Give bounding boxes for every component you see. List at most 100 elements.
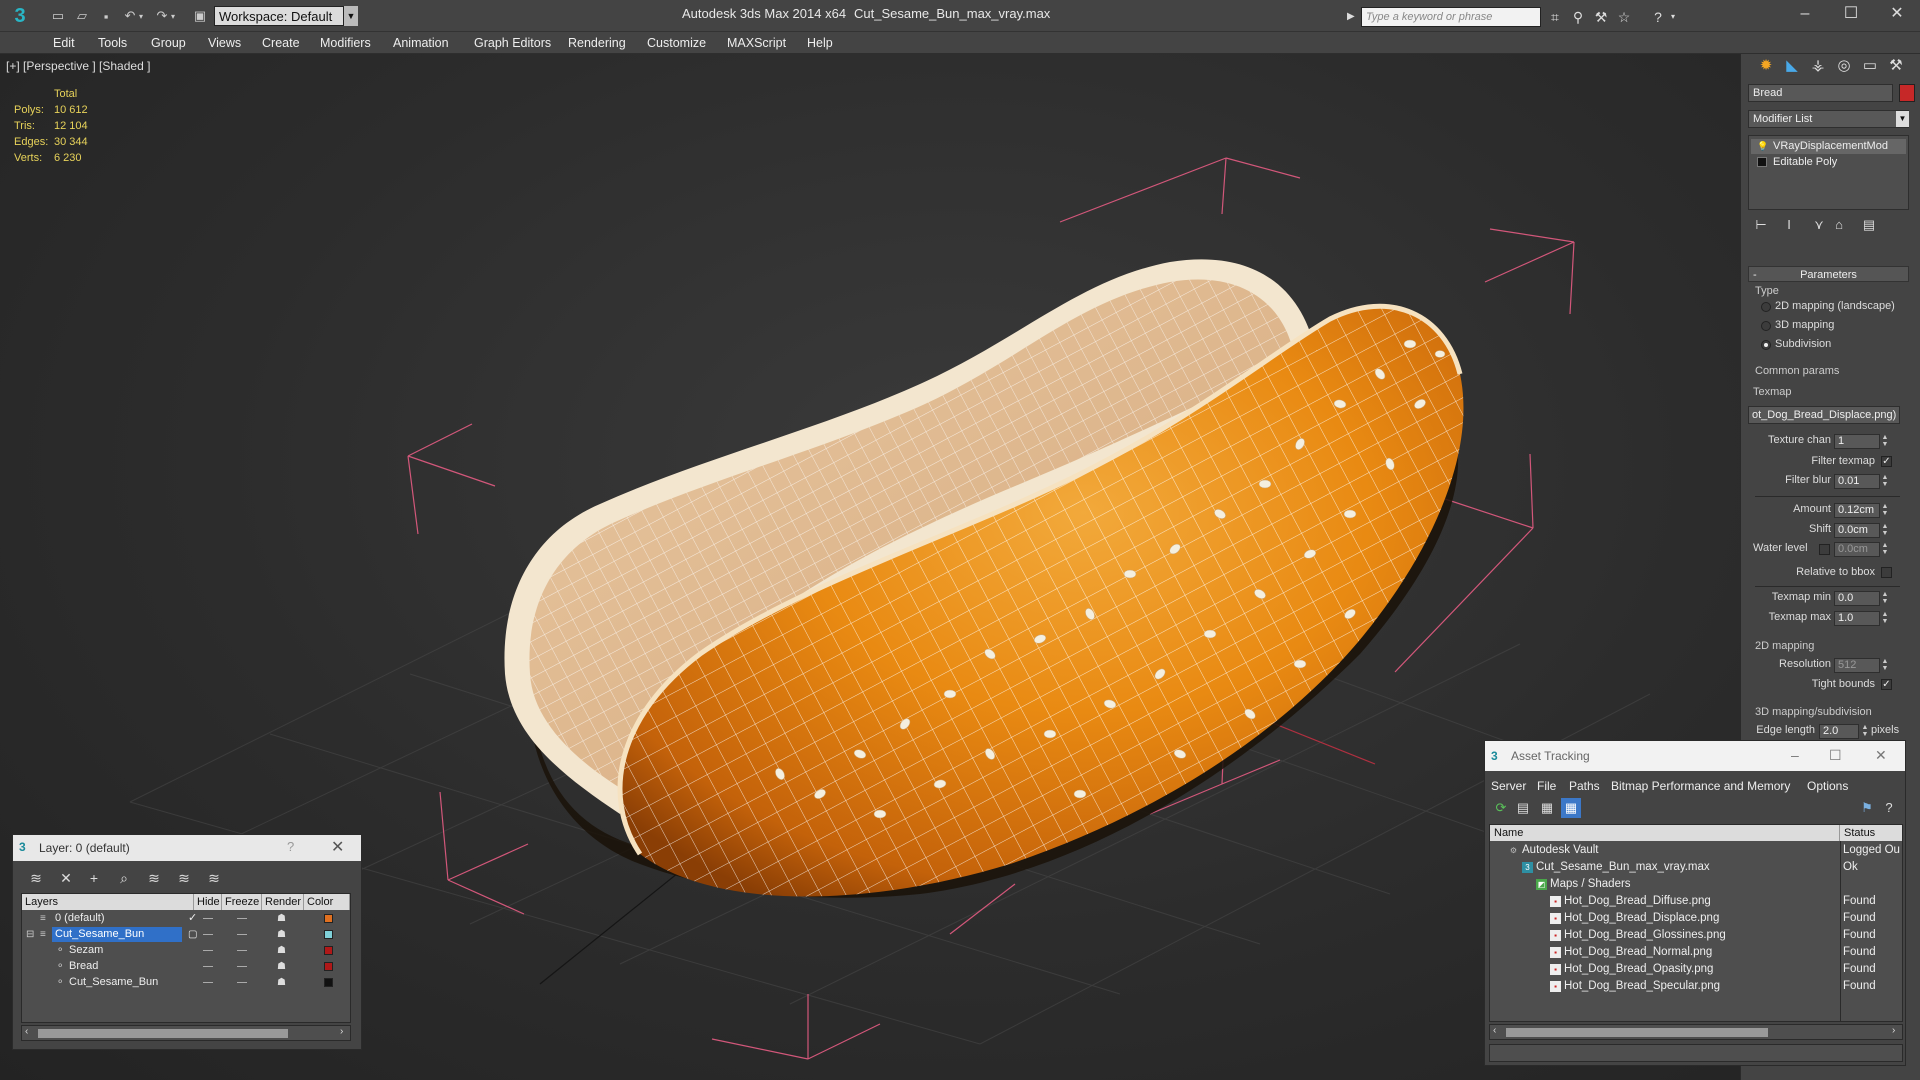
layer-dialog-titlebar[interactable]: 3 Layer: 0 (default) ? ✕ xyxy=(13,835,361,861)
horizontal-scrollbar[interactable]: ‹ › xyxy=(1489,1024,1903,1040)
column-header-hide[interactable]: Hide xyxy=(194,894,222,910)
asset-dialog-titlebar[interactable]: 3 Asset Tracking – ☐ ✕ xyxy=(1485,741,1905,771)
menu-graph-editors[interactable]: Graph Editors xyxy=(474,36,551,50)
layer-name[interactable]: Cut_Sesame_Bun xyxy=(52,927,182,942)
active-layer-box-icon[interactable]: ▢ xyxy=(188,927,197,942)
tight-bounds-checkbox[interactable]: ✓ xyxy=(1881,679,1892,690)
save-icon[interactable]: ▪ xyxy=(96,6,116,26)
help-icon[interactable]: ? xyxy=(1648,7,1668,27)
spinner-icon[interactable]: ▲ ▼ xyxy=(1881,474,1889,489)
menu-rendering[interactable]: Rendering xyxy=(568,36,626,50)
layer-row[interactable]: ⚬ Cut_Sesame_Bun ☗ xyxy=(22,975,350,991)
key-icon[interactable]: ⚲ xyxy=(1568,7,1588,27)
filter-texmap-checkbox[interactable]: ✓ xyxy=(1881,456,1892,467)
layer-name[interactable]: 0 (default) xyxy=(52,911,108,926)
menu-views[interactable]: Views xyxy=(208,36,241,50)
menu-bitmap-performance[interactable]: Bitmap Performance and Memory xyxy=(1611,779,1790,793)
asset-row[interactable]: ◩ Maps / Shaders xyxy=(1490,876,1902,893)
menu-animation[interactable]: Animation xyxy=(393,36,449,50)
asset-row[interactable]: ▪ Hot_Dog_Bread_Specular.png Found xyxy=(1490,978,1902,995)
minimize-icon[interactable]: – xyxy=(1791,747,1799,763)
texture-chan-field[interactable]: 1 xyxy=(1834,434,1880,449)
freeze-toggle[interactable] xyxy=(237,982,247,983)
modifier-list-dropdown[interactable]: Modifier List xyxy=(1748,110,1909,128)
help-icon[interactable]: ? xyxy=(1879,798,1899,818)
asset-row[interactable]: ▪ Hot_Dog_Bread_Diffuse.png Found xyxy=(1490,893,1902,910)
pin-stack-icon[interactable]: ⊢ xyxy=(1751,217,1771,235)
scroll-left-icon[interactable]: ‹ xyxy=(25,1026,28,1037)
freeze-toggle[interactable] xyxy=(237,950,247,951)
spinner-icon[interactable]: ▲ ▼ xyxy=(1881,503,1889,518)
asset-row[interactable]: ▪ Hot_Dog_Bread_Glossines.png Found xyxy=(1490,927,1902,944)
highlight-layer-icon[interactable]: ≋ xyxy=(143,867,165,889)
radio-2d-mapping[interactable] xyxy=(1761,302,1771,312)
delete-layer-icon[interactable]: ✕ xyxy=(55,867,77,889)
select-objects-icon[interactable]: ⌕ xyxy=(113,867,135,889)
spinner-icon[interactable]: ▲ ▼ xyxy=(1881,523,1889,538)
minimize-icon[interactable]: – xyxy=(1782,0,1828,30)
water-level-field[interactable]: 0.0cm xyxy=(1834,542,1880,557)
table-view-icon[interactable]: ▦ xyxy=(1561,798,1581,818)
modify-tab-icon[interactable]: ◣ xyxy=(1779,54,1805,78)
expand-box-icon[interactable] xyxy=(1757,157,1767,167)
scroll-right-icon[interactable]: › xyxy=(340,1026,343,1037)
help-dropdown-icon[interactable]: ▾ xyxy=(1668,7,1678,27)
close-icon[interactable]: ✕ xyxy=(1874,0,1920,30)
stack-item[interactable]: 💡 VRayDisplacementMod xyxy=(1751,139,1906,154)
amount-field[interactable]: 0.12cm xyxy=(1834,503,1880,518)
layer-color-swatch[interactable] xyxy=(324,914,333,923)
hide-toggle[interactable] xyxy=(203,950,213,951)
remove-modifier-icon[interactable]: ⌂ xyxy=(1829,217,1849,235)
teapot-render-icon[interactable]: ☗ xyxy=(277,959,286,974)
teapot-render-icon[interactable]: ☗ xyxy=(277,927,286,942)
column-header-freeze[interactable]: Freeze xyxy=(222,894,262,910)
make-unique-icon[interactable]: ⋎ xyxy=(1809,217,1829,235)
maximize-icon[interactable]: ☐ xyxy=(1828,0,1874,30)
create-tab-icon[interactable]: ✹ xyxy=(1753,54,1779,78)
communication-icon[interactable]: ⚒ xyxy=(1591,7,1611,27)
search-input[interactable]: Type a keyword or phrase xyxy=(1361,7,1541,27)
viewport-label[interactable]: [+] [Perspective ] [Shaded ] xyxy=(6,59,150,73)
layer-row[interactable]: ⚬ Bread ☗ xyxy=(22,959,350,975)
search-expand-icon[interactable]: ▶ xyxy=(1347,7,1361,27)
menu-edit[interactable]: Edit xyxy=(53,36,75,50)
collapse-icon[interactable]: ⊟ xyxy=(26,927,34,942)
freeze-toggle[interactable] xyxy=(237,966,247,967)
teapot-render-icon[interactable]: ☗ xyxy=(277,975,286,990)
teapot-render-icon[interactable]: ☗ xyxy=(277,943,286,958)
hide-toggle[interactable] xyxy=(203,966,213,967)
layer-name[interactable]: Cut_Sesame_Bun xyxy=(66,975,161,990)
teapot-render-icon[interactable]: ☗ xyxy=(277,911,286,926)
layer-color-swatch[interactable] xyxy=(324,978,333,987)
spinner-icon[interactable]: ▲ ▼ xyxy=(1881,658,1889,673)
scroll-left-icon[interactable]: ‹ xyxy=(1493,1025,1496,1036)
menu-group[interactable]: Group xyxy=(151,36,186,50)
chevron-down-icon[interactable]: ▼ xyxy=(1896,111,1909,127)
lightbulb-icon[interactable]: 💡 xyxy=(1757,141,1768,151)
menu-customize[interactable]: Customize xyxy=(647,36,706,50)
asset-row[interactable]: ⚙ Autodesk Vault Logged Ou xyxy=(1490,842,1902,859)
project-folder-icon[interactable]: ▣ xyxy=(190,6,210,26)
spinner-icon[interactable]: ▲ ▼ xyxy=(1881,542,1889,557)
layer-name[interactable]: Bread xyxy=(66,959,101,974)
spinner-icon[interactable]: ▲ ▼ xyxy=(1861,724,1869,739)
stack-item[interactable]: Editable Poly xyxy=(1751,155,1906,170)
scrollbar-thumb[interactable] xyxy=(38,1029,288,1038)
asset-row[interactable]: ▪ Hot_Dog_Bread_Displace.png Found xyxy=(1490,910,1902,927)
spinner-icon[interactable]: ▲ ▼ xyxy=(1881,434,1889,449)
close-icon[interactable]: ✕ xyxy=(331,837,344,857)
menu-options[interactable]: Options xyxy=(1807,779,1848,793)
asset-row[interactable]: 3 Cut_Sesame_Bun_max_vray.max Ok xyxy=(1490,859,1902,876)
menu-help[interactable]: Help xyxy=(807,36,833,50)
relative-bbox-checkbox[interactable] xyxy=(1881,567,1892,578)
layer-row[interactable]: ≡ 0 (default) ✓ ☗ xyxy=(22,911,350,927)
freeze-all-layers-icon[interactable]: ≋ xyxy=(203,867,225,889)
filter-blur-field[interactable]: 0.01 xyxy=(1834,474,1880,489)
menu-paths[interactable]: Paths xyxy=(1569,779,1600,793)
display-tab-icon[interactable]: ▭ xyxy=(1857,54,1883,78)
app-logo-icon[interactable]: 3 xyxy=(2,2,38,30)
object-color-swatch[interactable] xyxy=(1899,84,1915,102)
close-icon[interactable]: ✕ xyxy=(1875,747,1887,764)
spinner-icon[interactable]: ▲ ▼ xyxy=(1881,591,1889,606)
motion-tab-icon[interactable]: ◎ xyxy=(1831,54,1857,78)
